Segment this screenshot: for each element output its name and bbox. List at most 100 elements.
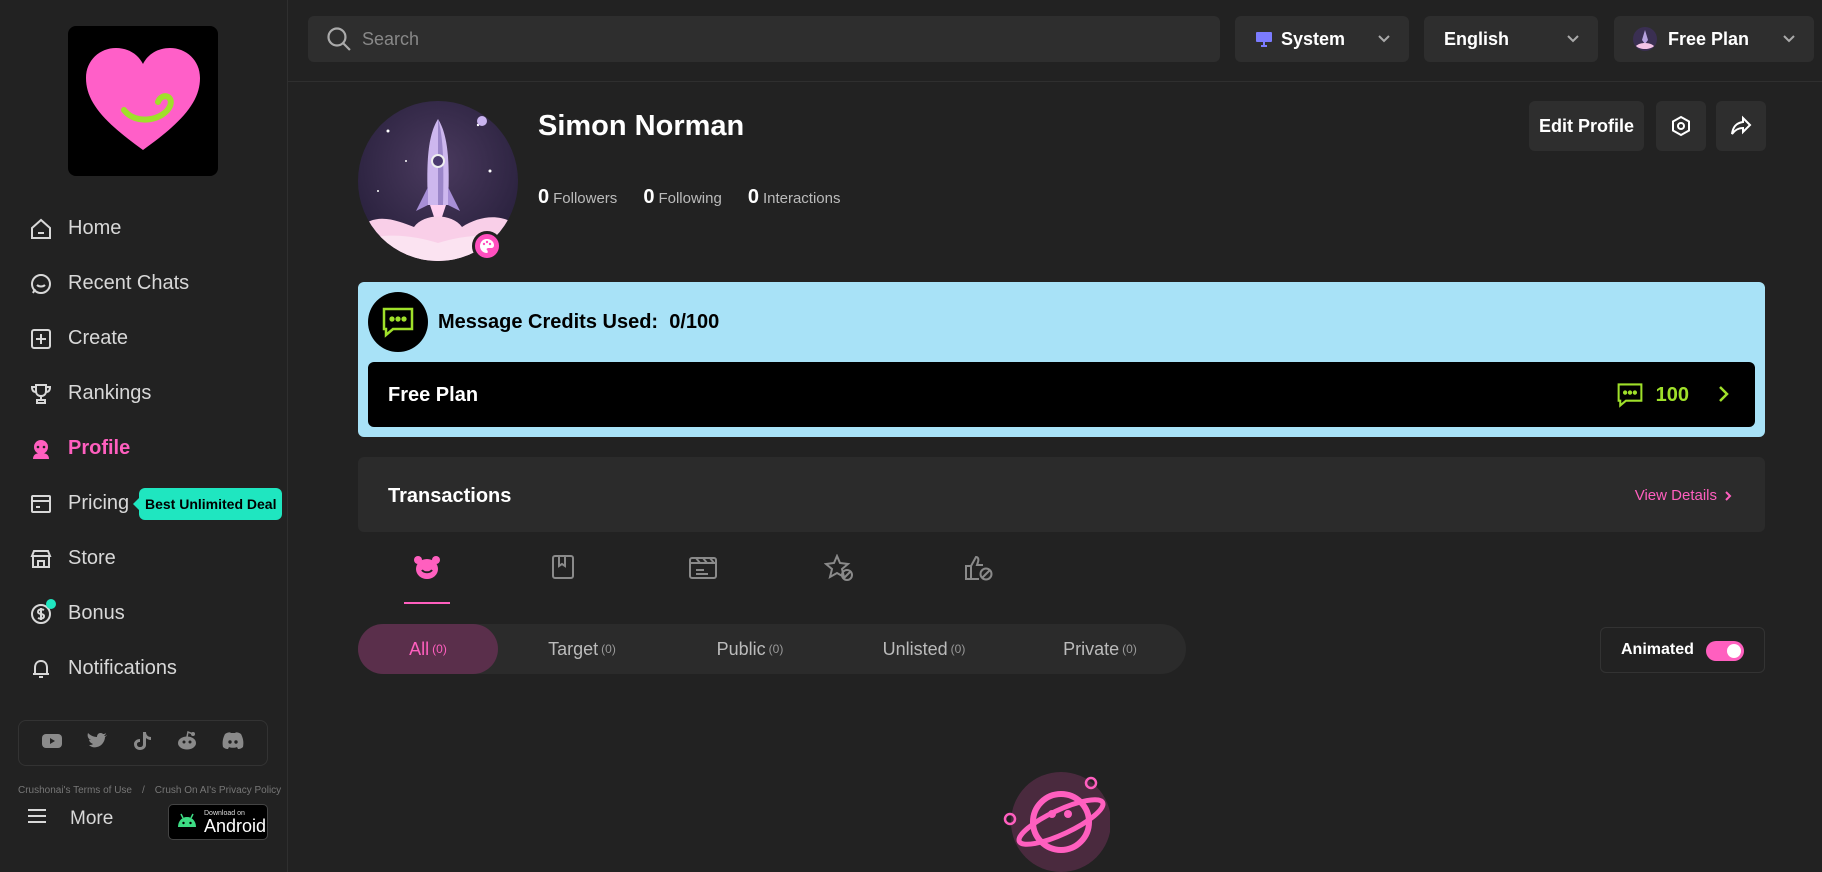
heart-logo-icon (86, 48, 200, 150)
twitter-icon[interactable] (85, 729, 109, 758)
android-download-button[interactable]: Download on Android (168, 804, 268, 840)
book-icon (552, 555, 574, 579)
sidebar-item-label: Profile (68, 437, 131, 459)
filter-target[interactable]: Target (0) (498, 624, 666, 674)
sidebar-item-label: Notifications (68, 657, 177, 679)
reddit-icon[interactable] (175, 729, 199, 758)
empty-state-illustration (1000, 770, 1111, 872)
star-hidden-icon (824, 554, 853, 581)
legal-links: Crushonai's Terms of Use / Crush On AI's… (18, 785, 281, 796)
bear-face-icon (414, 556, 440, 579)
best-deal-badge[interactable]: Best Unlimited Deal (139, 487, 283, 520)
chevron-right-icon (1719, 386, 1729, 402)
tab-likes[interactable] (956, 554, 1002, 604)
user-icon (28, 436, 54, 462)
notification-dot (46, 598, 56, 609)
social-links (18, 720, 268, 766)
animated-toggle[interactable] (1706, 641, 1744, 661)
animated-label: Animated (1621, 641, 1694, 658)
store-icon (28, 546, 54, 572)
filter-private[interactable]: Private (0) (1014, 624, 1186, 674)
more-label: More (70, 808, 114, 829)
legal-separator: / (142, 785, 145, 796)
search-icon (327, 27, 351, 51)
plan-label: Free Plan (1668, 28, 1750, 49)
filter-all[interactable]: All (0) (358, 624, 498, 674)
clapperboard-icon (689, 557, 717, 579)
visibility-filter: All (0) Target (0) Public (0) Unlisted (0) P… (358, 624, 1186, 674)
plan-credits: 100 (1616, 382, 1689, 408)
discord-icon[interactable] (220, 729, 246, 758)
sidebar-item-label: Create (68, 327, 129, 349)
search-bar[interactable] (308, 16, 1220, 62)
theme-dropdown[interactable]: System (1235, 16, 1409, 62)
android-big-label: Android (204, 815, 267, 836)
tab-characters[interactable] (404, 554, 450, 604)
content-tabs (358, 554, 1058, 604)
more-menu-button[interactable]: More (28, 808, 113, 830)
transactions-title: Transactions (388, 485, 512, 507)
credits-value: 0/100 (669, 311, 720, 333)
sidebar-item-create[interactable]: Create (0, 311, 288, 366)
profile-name: Simon Norman (538, 110, 745, 142)
sidebar-item-store[interactable]: Store (0, 531, 288, 586)
app-logo[interactable] (68, 26, 218, 176)
youtube-icon[interactable] (40, 729, 64, 758)
interactions-stat: 0 Interactions (747, 186, 841, 208)
settings-icon (1672, 115, 1690, 137)
plan-row[interactable]: Free Plan 100 (368, 362, 1755, 427)
tiktok-icon[interactable] (130, 729, 154, 758)
sidebar-item-home[interactable]: Home (0, 201, 288, 256)
sidebar: Home Recent Chats Create Rankings Profil… (0, 0, 288, 872)
thumbs-up-hidden-icon (965, 555, 993, 581)
language-dropdown[interactable]: English (1424, 16, 1598, 62)
plan-avatar-icon (1633, 27, 1657, 51)
sidebar-item-label: Pricing (68, 492, 130, 514)
plan-dropdown[interactable]: Free Plan (1614, 16, 1814, 62)
chevron-down-icon (1378, 35, 1390, 43)
sidebar-item-recent-chats[interactable]: Recent Chats (0, 256, 288, 311)
sidebar-item-label: Store (68, 547, 116, 569)
message-icon (368, 292, 428, 352)
sidebar-item-pricing[interactable]: Pricing Best Unlimited Deal (0, 476, 288, 531)
dollar-icon (28, 598, 56, 627)
following-stat[interactable]: 0 Following (643, 186, 722, 209)
filter-public[interactable]: Public (0) (666, 624, 834, 674)
sidebar-item-rankings[interactable]: Rankings (0, 366, 288, 421)
settings-button[interactable] (1656, 101, 1706, 151)
search-input[interactable] (361, 28, 1220, 50)
sidebar-item-profile[interactable]: Profile (0, 421, 288, 476)
tab-scenes[interactable] (680, 554, 726, 604)
theme-label: System (1281, 28, 1346, 49)
android-icon (178, 813, 196, 827)
sidebar-item-notifications[interactable]: Notifications (0, 641, 288, 696)
followers-stat[interactable]: 0 Followers (538, 186, 617, 209)
card-icon (28, 491, 54, 517)
privacy-link[interactable]: Crush On AI's Privacy Policy (155, 785, 281, 796)
share-button[interactable] (1716, 101, 1766, 151)
filter-unlisted[interactable]: Unlisted (0) (834, 624, 1014, 674)
tab-stories[interactable] (540, 554, 586, 604)
profile-stats: 0 Followers 0 Following 0 Interactions (538, 186, 840, 209)
top-bar: System English Free Plan (288, 0, 1822, 82)
view-details-link[interactable]: View Details (1635, 487, 1733, 504)
sidebar-item-label: Home (68, 217, 122, 239)
credits-card: Message Credits Used: 0/100 Free Plan 10… (358, 282, 1765, 437)
palette-icon (480, 239, 494, 253)
avatar-edit-badge[interactable] (472, 231, 502, 261)
sidebar-item-label: Bonus (68, 602, 125, 624)
transactions-card: Transactions View Details (358, 457, 1765, 532)
monitor-icon (1256, 32, 1272, 47)
chevron-down-icon (1783, 35, 1795, 43)
chevron-down-icon (1567, 35, 1579, 43)
sidebar-item-bonus[interactable]: Bonus (0, 586, 288, 641)
sidebar-nav: Home Recent Chats Create Rankings Profil… (0, 201, 288, 696)
edit-profile-button[interactable]: Edit Profile (1529, 101, 1644, 151)
message-icon (1617, 383, 1643, 408)
plan-name: Free Plan (388, 384, 479, 406)
tab-favorites[interactable] (816, 554, 862, 604)
sidebar-item-label: Recent Chats (68, 272, 190, 294)
terms-link[interactable]: Crushonai's Terms of Use (18, 785, 132, 796)
credits-title: Message Credits Used: 0/100 (438, 311, 720, 333)
sidebar-item-label: Rankings (68, 382, 152, 404)
